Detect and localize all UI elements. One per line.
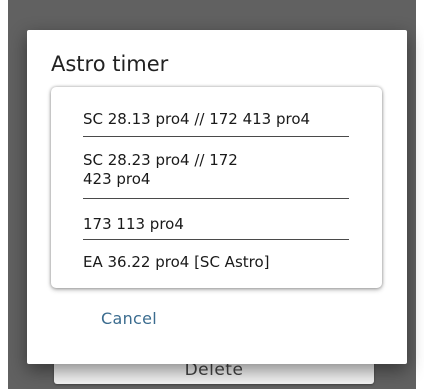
list-item[interactable]: EA 36.22 pro4 [SC Astro] (83, 253, 349, 272)
timer-list[interactable]: SC 28.13 pro4 // 172 413 pro4 SC 28.23 p… (51, 87, 382, 288)
list-item[interactable]: 173 113 pro4 (83, 215, 349, 234)
screen: Delete Astro timer SC 28.13 pro4 // 172 … (0, 0, 424, 389)
list-divider (83, 239, 349, 240)
list-divider (83, 136, 349, 137)
list-divider (83, 198, 349, 199)
list-item[interactable]: SC 28.13 pro4 // 172 413 pro4 (83, 110, 349, 129)
dialog-title: Astro timer (51, 52, 169, 76)
cancel-button[interactable]: Cancel (101, 309, 157, 328)
astro-timer-dialog: Astro timer SC 28.13 pro4 // 172 413 pro… (27, 30, 407, 364)
list-item[interactable]: SC 28.23 pro4 // 172 423 pro4 (83, 151, 349, 189)
